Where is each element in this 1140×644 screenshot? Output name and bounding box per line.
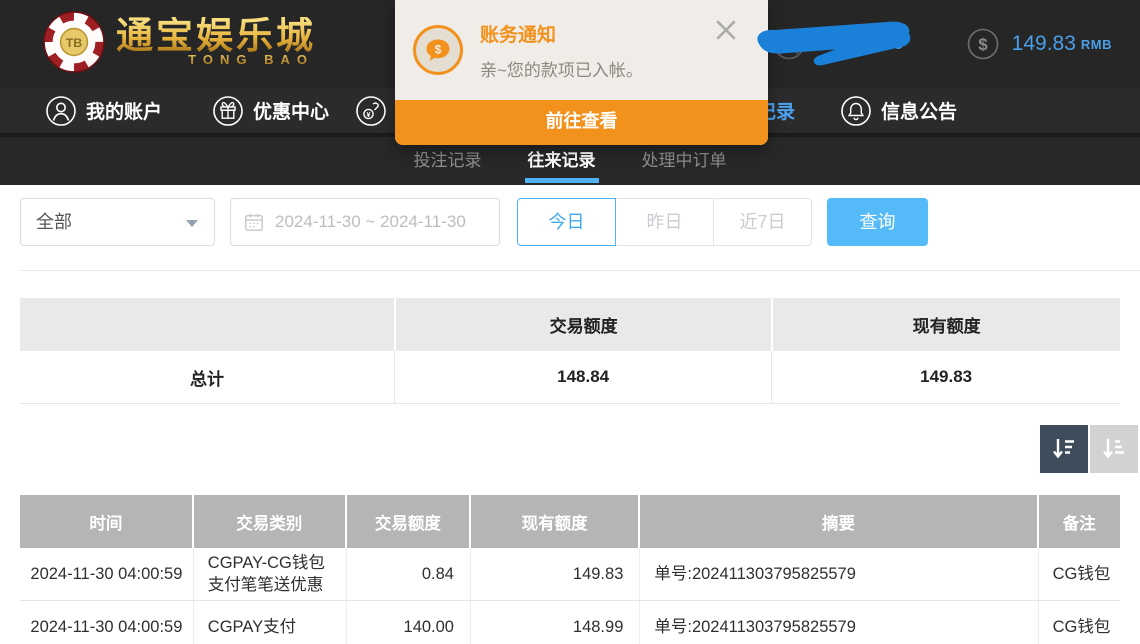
- date-range-input[interactable]: 2024-11-30 ~ 2024-11-30: [230, 198, 500, 246]
- last7days-button[interactable]: 近7日: [713, 198, 812, 246]
- deposit-icon: ¥: [355, 95, 387, 127]
- nav-label: 优惠中心: [253, 97, 329, 124]
- notification-title: 账务通知: [480, 20, 556, 47]
- casino-chip-icon: TB: [42, 10, 106, 74]
- bell-icon: [840, 95, 872, 127]
- nav-label: 我的账户: [86, 97, 162, 124]
- nav-item-announcements[interactable]: 信息公告: [840, 88, 957, 133]
- chevron-down-icon: [186, 220, 198, 227]
- summary-table: 交易额度 现有额度 总计 148.84 149.83: [20, 298, 1120, 404]
- summary-header-row: 交易额度 现有额度: [20, 298, 1120, 351]
- category-selected-value: 全部: [36, 212, 72, 232]
- cell-type: CGPAY支付: [194, 601, 347, 644]
- svg-text:¥: ¥: [367, 112, 371, 119]
- username-prefix: che: [816, 33, 847, 54]
- col-amount: 交易额度: [347, 495, 471, 548]
- content-area: 全部 2024-11-30 ~ 2024-11-30 今日 昨日 近7日 查询 …: [0, 185, 1140, 644]
- records-table: 时间 交易类别 交易额度 现有额度 摘要 备注 2024-11-30 04:00…: [20, 495, 1120, 644]
- cell-time: 2024-11-30 04:00:59: [20, 601, 194, 644]
- cell-amount: 0.84: [347, 548, 471, 601]
- notification-message: 亲~您的款项已入帐。: [480, 56, 643, 81]
- nav-item-promotions[interactable]: 优惠中心: [212, 88, 329, 133]
- cell-type: CGPAY-CG钱包支付笔笔送优惠: [194, 548, 347, 601]
- cell-balance: 149.83: [471, 548, 640, 601]
- records-header-row: 时间 交易类别 交易额度 现有额度 摘要 备注: [20, 495, 1120, 548]
- summary-transaction-amount: 148.84: [394, 351, 771, 403]
- sort-ascending-icon: [1100, 435, 1128, 463]
- brand-subtitle: TONG BAO: [188, 52, 314, 67]
- user-area: che 90 $ 149.83 RMB: [772, 0, 1112, 88]
- search-button[interactable]: 查询: [827, 198, 928, 246]
- date-range-value: 2024-11-30 ~ 2024-11-30: [275, 212, 466, 232]
- svg-text:$: $: [978, 35, 988, 54]
- col-balance: 现有额度: [471, 495, 640, 548]
- sort-descending-icon: [1050, 435, 1078, 463]
- summary-total-label: 总计: [20, 351, 394, 403]
- category-select[interactable]: 全部: [20, 198, 215, 246]
- transaction-records-page: TB 通宝娱乐城 TONG BAO che 90 $ 149.83 RMB: [0, 0, 1140, 644]
- user-avatar-icon: [772, 27, 806, 61]
- dollar-coin-icon: $: [966, 27, 1000, 61]
- svg-text:$: $: [435, 43, 442, 57]
- table-row: 2024-11-30 04:00:59 CGPAY支付 140.00 148.9…: [20, 601, 1120, 644]
- col-type: 交易类别: [194, 495, 347, 548]
- close-icon[interactable]: [710, 14, 742, 46]
- summary-header-balance: 现有额度: [771, 298, 1120, 351]
- go-view-button[interactable]: 前往查看: [395, 100, 768, 145]
- cell-remark: CG钱包: [1039, 601, 1120, 644]
- cell-balance: 148.99: [471, 601, 640, 644]
- today-button[interactable]: 今日: [517, 198, 616, 246]
- cell-time: 2024-11-30 04:00:59: [20, 548, 194, 601]
- cell-remark: CG钱包: [1039, 548, 1120, 601]
- sort-descending-button[interactable]: [1040, 425, 1088, 473]
- summary-header-empty: [20, 298, 394, 351]
- account-notification-popup: $ 账务通知 亲~您的款项已入帐。 前往查看: [395, 0, 768, 145]
- col-time: 时间: [20, 495, 194, 548]
- money-message-icon: $: [413, 25, 463, 75]
- col-summary: 摘要: [640, 495, 1038, 548]
- cell-amount: 140.00: [347, 601, 471, 644]
- quick-date-buttons: 今日 昨日 近7日: [517, 198, 812, 246]
- sort-ascending-button[interactable]: [1090, 425, 1138, 473]
- gift-icon: [212, 95, 244, 127]
- yesterday-button[interactable]: 昨日: [615, 198, 714, 246]
- balance-amount: 149.83: [1012, 32, 1076, 56]
- summary-header-transaction: 交易额度: [394, 298, 771, 351]
- username-suffix: 90: [883, 33, 904, 54]
- nav-label: 信息公告: [881, 97, 957, 124]
- user-icon: [45, 95, 77, 127]
- summary-total-row: 总计 148.84 149.83: [20, 351, 1120, 404]
- calendar-icon: [243, 211, 265, 233]
- brand-name: 通宝娱乐城: [116, 17, 316, 56]
- brand-text: 通宝娱乐城 TONG BAO: [116, 17, 316, 67]
- cell-summary: 单号:202411303795825579: [640, 548, 1038, 601]
- chip-tb-text: TB: [66, 36, 83, 50]
- divider: [20, 270, 1140, 271]
- site-logo[interactable]: TB 通宝娱乐城 TONG BAO: [42, 10, 316, 74]
- balance-currency: RMB: [1081, 37, 1112, 52]
- col-remark: 备注: [1039, 495, 1120, 548]
- username[interactable]: che 90: [816, 33, 904, 55]
- nav-item-my-account[interactable]: 我的账户: [45, 88, 162, 133]
- summary-current-balance: 149.83: [771, 351, 1120, 403]
- cell-summary: 单号:202411303795825579: [640, 601, 1038, 644]
- balance-display[interactable]: $ 149.83 RMB: [966, 27, 1112, 61]
- table-row: 2024-11-30 04:00:59 CGPAY-CG钱包支付笔笔送优惠 0.…: [20, 548, 1120, 601]
